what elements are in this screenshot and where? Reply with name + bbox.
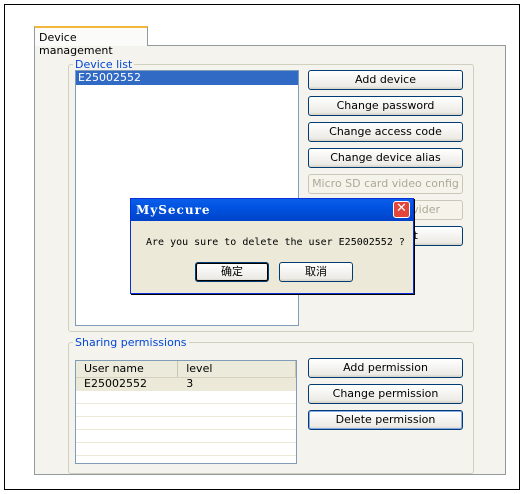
column-header-level[interactable]: level	[178, 361, 296, 377]
change-password-button[interactable]: Change password	[308, 96, 463, 116]
add-device-button[interactable]: Add device	[308, 70, 463, 90]
dialog-message: Are you sure to delete the user E2500255…	[146, 237, 405, 248]
delete-permission-button[interactable]: Delete permission	[308, 410, 463, 430]
column-header-user-name[interactable]: User name	[76, 361, 179, 377]
dialog-title: MySecure	[136, 203, 211, 217]
table-header: User name level	[76, 361, 296, 378]
cancel-button[interactable]: 取消	[279, 262, 353, 282]
tab-device-management[interactable]: Device management	[34, 26, 148, 57]
table-row[interactable]: E25002552 3	[76, 378, 296, 391]
change-device-alias-button[interactable]: Change device alias	[308, 148, 463, 168]
table-row	[76, 391, 296, 404]
confirm-delete-dialog: MySecure ✕ Are you sure to delete the us…	[130, 198, 414, 294]
cell-user-name: E25002552	[84, 377, 147, 390]
table-row	[76, 417, 296, 430]
ok-button[interactable]: 确定	[195, 262, 269, 282]
change-permission-button[interactable]: Change permission	[308, 384, 463, 404]
table-row	[76, 443, 296, 456]
cell-level: 3	[186, 377, 194, 390]
tab-label: Device management	[39, 31, 113, 57]
sharing-permissions-legend: Sharing permissions	[75, 336, 187, 349]
table-row	[76, 430, 296, 443]
table-row	[76, 456, 296, 463]
table-row	[76, 404, 296, 417]
sd-card-video-config-button[interactable]: Micro SD card video config	[308, 174, 463, 194]
close-icon[interactable]: ✕	[393, 201, 410, 218]
add-permission-button[interactable]: Add permission	[308, 358, 463, 378]
dialog-title-bar[interactable]: MySecure ✕	[131, 199, 413, 221]
list-item[interactable]: E25002552	[76, 71, 298, 85]
permissions-table[interactable]: User name level E25002552 3	[75, 360, 297, 464]
change-access-code-button[interactable]: Change access code	[308, 122, 463, 142]
